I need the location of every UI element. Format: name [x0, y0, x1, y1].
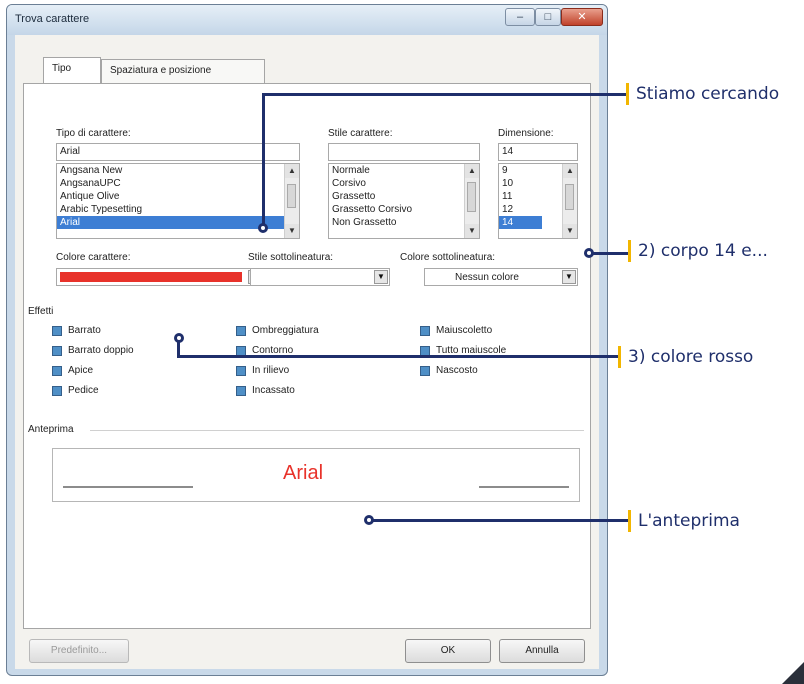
scroll-up-icon[interactable]: ▲	[285, 164, 299, 178]
annotation-4-line	[372, 519, 628, 522]
annotation-1-vertical	[262, 93, 265, 227]
underline-style-select[interactable]: ▼	[250, 268, 390, 286]
ok-button[interactable]: OK	[405, 639, 491, 663]
annotation-4-marker	[628, 510, 631, 532]
checkbox-pedice[interactable]	[52, 386, 62, 396]
checkbox-label: Pedice	[68, 385, 99, 396]
font-style-list[interactable]: Normale Corsivo Grassetto Grassetto Cors…	[328, 163, 480, 239]
checkbox-maiuscoletto[interactable]	[420, 326, 430, 336]
checkbox-nascosto[interactable]	[420, 366, 430, 376]
default-button[interactable]: Predefinito...	[29, 639, 129, 663]
annotation-3-horizontal	[177, 355, 619, 358]
scroll-down-icon[interactable]: ▼	[465, 224, 479, 238]
chevron-down-icon[interactable]: ▼	[562, 270, 576, 284]
checkbox-label: Barrato doppio	[68, 345, 134, 356]
size-list-scrollbar[interactable]: ▲ ▼	[562, 164, 577, 238]
list-item[interactable]: Corsivo	[329, 177, 479, 190]
list-item[interactable]: Grassetto	[329, 190, 479, 203]
preview-text: Arial	[283, 462, 324, 484]
checkbox-ombreggiatura[interactable]	[236, 326, 246, 336]
underline-color-label: Colore sottolineatura:	[400, 252, 496, 263]
checkbox-label: Ombreggiatura	[252, 325, 319, 336]
underline-color-value: Nessun colore	[455, 272, 519, 283]
scroll-thumb[interactable]	[467, 182, 476, 212]
checkbox-label: Incassato	[252, 385, 295, 396]
preview-label: Anteprima	[28, 424, 74, 435]
scroll-down-icon[interactable]: ▼	[563, 224, 577, 238]
font-dialog-window: Trova carattere – □ ✕ Tipo Spaziatura e …	[6, 4, 608, 676]
checkbox-barrato-doppio[interactable]	[52, 346, 62, 356]
checkbox-incassato[interactable]	[236, 386, 246, 396]
list-item[interactable]: Non Grassetto	[329, 216, 479, 229]
annotation-3-text: 3) colore rosso	[628, 347, 754, 367]
checkbox-label: Maiuscoletto	[436, 325, 493, 336]
annotation-1-marker	[626, 83, 629, 105]
underline-style-label: Stile sottolineatura:	[248, 252, 334, 263]
preview-baseline-left	[63, 486, 193, 488]
font-color-select[interactable]: ▼	[56, 268, 264, 286]
font-size-input[interactable]: 14	[498, 143, 578, 161]
cancel-button[interactable]: Annulla	[499, 639, 585, 663]
scroll-thumb[interactable]	[565, 184, 574, 210]
close-button[interactable]: ✕	[561, 8, 603, 26]
page-corner-mark	[782, 662, 804, 684]
tab-tipo[interactable]: Tipo	[43, 57, 101, 83]
annotation-2-marker	[628, 240, 631, 262]
checkbox-apice[interactable]	[52, 366, 62, 376]
scroll-up-icon[interactable]: ▲	[465, 164, 479, 178]
effects-label: Effetti	[28, 306, 54, 317]
dialog-client-area: Tipo Spaziatura e posizione Tipo di cara…	[15, 35, 599, 669]
window-title: Trova carattere	[15, 13, 90, 25]
tab-spaziatura[interactable]: Spaziatura e posizione	[101, 59, 265, 83]
list-item[interactable]: Normale	[329, 164, 479, 177]
annotation-1-dot	[258, 223, 268, 233]
style-list-scrollbar[interactable]: ▲ ▼	[464, 164, 479, 238]
minimize-button[interactable]: –	[505, 8, 535, 26]
checkbox-label: Barrato	[68, 325, 101, 336]
checkbox-label: Nascosto	[436, 365, 478, 376]
annotation-3-vertical	[177, 340, 180, 356]
title-bar[interactable]: Trova carattere – □ ✕	[7, 5, 607, 35]
checkbox-label: Apice	[68, 365, 94, 376]
scroll-up-icon[interactable]: ▲	[563, 164, 577, 178]
underline-color-select[interactable]: Nessun colore ▼	[424, 268, 578, 286]
annotation-2-line	[592, 252, 628, 255]
font-size-label: Dimensione:	[498, 128, 554, 139]
list-item-selected[interactable]: 14	[499, 216, 542, 229]
font-size-list[interactable]: 9 10 11 12 14 ▲ ▼	[498, 163, 578, 239]
list-item[interactable]: Grassetto Corsivo	[329, 203, 479, 216]
font-color-swatch	[60, 272, 242, 282]
font-list-scrollbar[interactable]: ▲ ▼	[284, 164, 299, 238]
checkbox-label: In rilievo	[252, 365, 290, 376]
chevron-down-icon[interactable]: ▼	[374, 270, 388, 284]
preview-divider	[90, 430, 584, 431]
annotation-2-text: 2) corpo 14 e...	[638, 241, 768, 261]
font-name-label: Tipo di carattere:	[56, 128, 131, 139]
font-style-label: Stile carattere:	[328, 128, 393, 139]
preview-box: Arial	[52, 448, 580, 502]
font-style-input[interactable]	[328, 143, 480, 161]
scroll-thumb[interactable]	[287, 184, 296, 208]
annotation-3-marker	[618, 346, 621, 368]
annotation-1-text: Stiamo cercando	[636, 84, 780, 104]
annotation-4-text: L'anteprima	[638, 511, 740, 531]
annotation-1-horizontal	[262, 93, 626, 96]
preview-baseline-right	[479, 486, 569, 488]
scroll-down-icon[interactable]: ▼	[285, 224, 299, 238]
checkbox-barrato[interactable]	[52, 326, 62, 336]
checkbox-in-rilievo[interactable]	[236, 366, 246, 376]
font-color-label: Colore carattere:	[56, 252, 131, 263]
maximize-button[interactable]: □	[535, 8, 561, 26]
